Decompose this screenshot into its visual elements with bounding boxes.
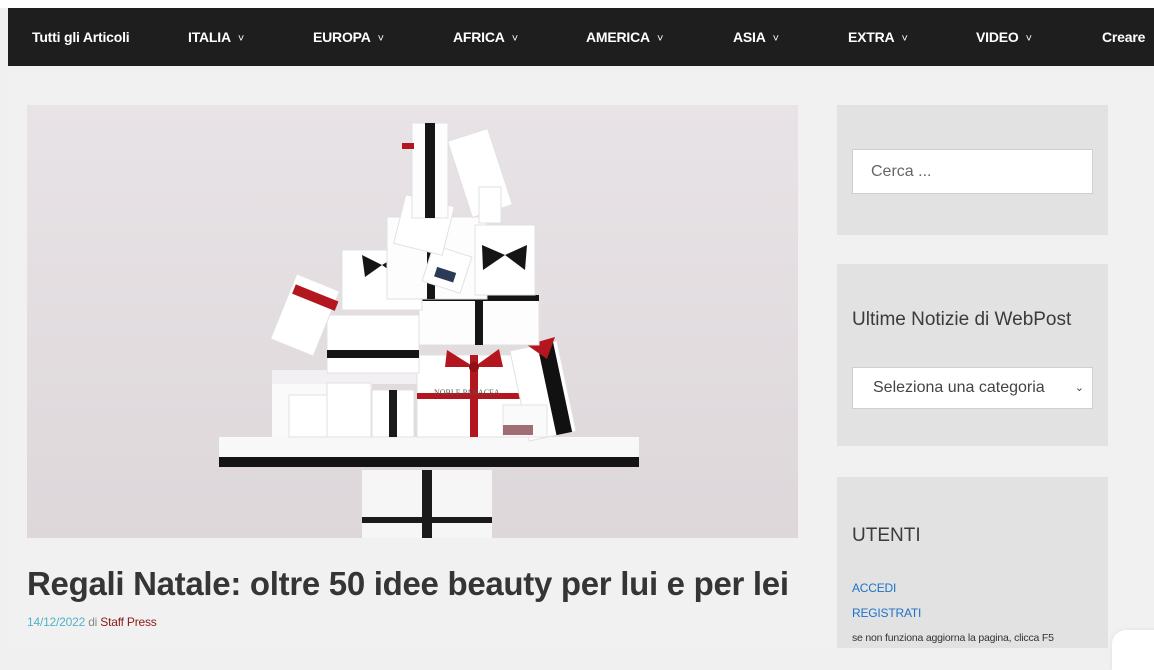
nav-item-italia[interactable]: ITALIA ˅: [188, 8, 244, 66]
nav-label: Creare: [1102, 29, 1146, 45]
chevron-down-icon: ˅: [1025, 33, 1032, 45]
post-featured-image[interactable]: NOBLE PANACEA: [27, 105, 798, 538]
post-date[interactable]: 14/12/2022: [27, 615, 85, 629]
nav-item-video[interactable]: VIDEO ˅: [976, 8, 1032, 66]
nav-label: AMERICA: [586, 29, 650, 45]
post-author[interactable]: Staff Press: [100, 615, 156, 629]
news-widget: Ultime Notizie di WebPost Seleziona una …: [837, 264, 1108, 446]
category-select-value: Seleziona una categoria: [873, 379, 1045, 396]
category-select[interactable]: Seleziona una categoria ⌄: [852, 367, 1093, 409]
nav-item-extra[interactable]: EXTRA ˅: [848, 8, 908, 66]
chevron-down-icon: ˅: [772, 33, 779, 45]
box-brand-text: NOBLE PANACEA: [434, 388, 500, 397]
chevron-down-icon: ˅: [511, 33, 518, 45]
refresh-note: se non funziona aggiorna la pagina, clic…: [852, 632, 1054, 644]
post-title[interactable]: Regali Natale: oltre 50 idee beauty per …: [27, 565, 807, 603]
search-widget: Cerca ...: [837, 105, 1108, 235]
nav-label: EUROPA: [313, 29, 371, 45]
users-widget-title: UTENTI: [852, 525, 921, 546]
register-link[interactable]: REGISTRATI: [852, 606, 921, 620]
nav-label: ASIA: [733, 29, 766, 45]
post-by-label: di: [88, 615, 98, 629]
nav-label: AFRICA: [453, 29, 505, 45]
nav-label: Tutti gli Articoli: [32, 29, 130, 45]
main-navbar: Tutti gli Articoli ITALIA ˅ EUROPA ˅ AFRIC…: [8, 8, 1154, 66]
chevron-down-icon: ˅: [237, 33, 245, 45]
chevron-down-icon: ˅: [656, 33, 664, 45]
nav-item-europa[interactable]: EUROPA ˅: [313, 8, 384, 66]
post-meta: 14/12/2022 di Staff Press: [27, 615, 157, 629]
nav-label: ITALIA: [188, 29, 231, 45]
nav-label: EXTRA: [848, 29, 895, 45]
nav-item-asia[interactable]: ASIA ˅: [733, 8, 779, 66]
chevron-down-icon: ˅: [901, 33, 908, 45]
nav-item-creare[interactable]: Creare: [1102, 8, 1145, 66]
nav-item-africa[interactable]: AFRICA ˅: [453, 8, 518, 66]
search-input[interactable]: Cerca ...: [852, 149, 1093, 194]
floating-widget-corner[interactable]: [1112, 630, 1154, 670]
top-strip: [0, 0, 1154, 8]
chevron-down-icon: ⌄: [1074, 382, 1084, 394]
chevron-down-icon: ˅: [377, 33, 384, 45]
nav-item-all-articles[interactable]: Tutti gli Articoli: [32, 8, 130, 66]
nav-item-america[interactable]: AMERICA ˅: [586, 8, 663, 66]
news-widget-title: Ultime Notizie di WebPost: [852, 309, 1072, 330]
login-link[interactable]: ACCEDI: [852, 581, 896, 595]
users-widget: UTENTI ACCEDI REGISTRATI se non funziona…: [837, 477, 1108, 648]
nav-label: VIDEO: [976, 29, 1019, 45]
